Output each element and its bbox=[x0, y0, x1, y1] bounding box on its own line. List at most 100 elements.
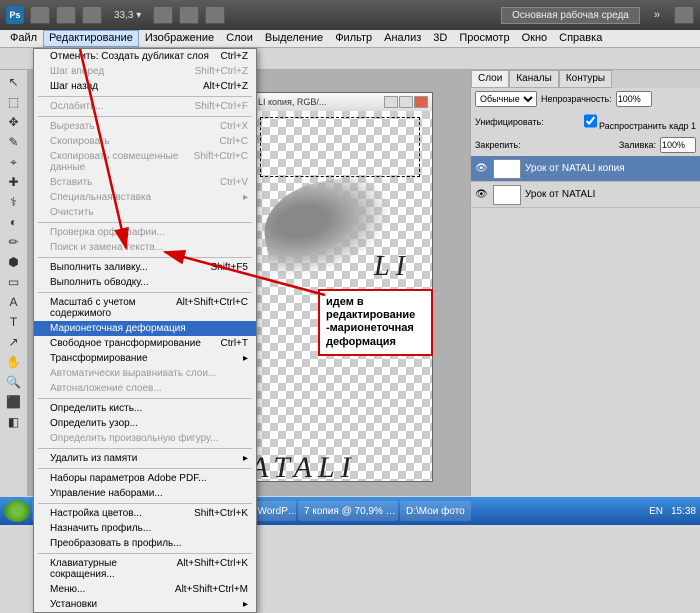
menu-Слои[interactable]: Слои bbox=[220, 30, 259, 47]
taskbar-item[interactable]: 7 копия @ 70,9% … bbox=[298, 501, 398, 521]
menu-item[interactable]: Наборы параметров Adobe PDF... bbox=[34, 471, 256, 486]
menu-item[interactable]: Преобразовать в профиль... bbox=[34, 536, 256, 551]
tool-icon[interactable]: ✎ bbox=[2, 132, 26, 152]
menu-Фильтр[interactable]: Фильтр bbox=[329, 30, 378, 47]
menu-item[interactable]: Трансформирование▸ bbox=[34, 351, 256, 366]
opacity-input[interactable] bbox=[616, 91, 652, 107]
document-titlebar[interactable]: LI копия, RGB/... bbox=[254, 93, 432, 111]
maximize-icon[interactable] bbox=[399, 96, 413, 108]
menu-3D[interactable]: 3D bbox=[427, 30, 453, 47]
document-window[interactable]: LI копия, RGB/... LI NATALI bbox=[253, 92, 433, 482]
annotation-callout: идем в редактирование -марионеточная деф… bbox=[318, 289, 433, 356]
bridge-icon[interactable] bbox=[30, 6, 50, 24]
minimize-icon[interactable] bbox=[384, 96, 398, 108]
menu-item: Скопировать совмещенные данныеShift+Ctrl… bbox=[34, 149, 256, 175]
app-logo-icon: Ps bbox=[6, 6, 24, 24]
workspace-switcher[interactable]: Основная рабочая среда bbox=[501, 7, 640, 24]
menu-item: Автоналожение слоев... bbox=[34, 381, 256, 396]
tool-icon[interactable]: ◧ bbox=[2, 412, 26, 432]
tool-icon[interactable]: ⬢ bbox=[2, 252, 26, 272]
panel-tab[interactable]: Каналы bbox=[509, 70, 559, 88]
menu-item[interactable]: Определить кисть... bbox=[34, 401, 256, 416]
propagate-checkbox[interactable] bbox=[584, 113, 597, 129]
menu-item[interactable]: Клавиатурные сокращения...Alt+Shift+Ctrl… bbox=[34, 556, 256, 582]
start-button[interactable] bbox=[4, 500, 30, 522]
tool-icon[interactable]: ↖ bbox=[2, 72, 26, 92]
opacity-label: Непрозрачность: bbox=[541, 94, 612, 104]
tool-icon[interactable]: T bbox=[2, 312, 26, 332]
chevrons-icon[interactable]: » bbox=[646, 9, 668, 21]
menu-item[interactable]: Удалить из памяти▸ bbox=[34, 451, 256, 466]
panels-dock: СлоиКаналыКонтуры Обычные Непрозрачность… bbox=[470, 70, 700, 496]
arrange-icon[interactable] bbox=[179, 6, 199, 24]
taskbar-item[interactable]: D:\Мои фото bbox=[400, 501, 471, 521]
tool-icon[interactable]: ⚕ bbox=[2, 192, 26, 212]
selection-marquee bbox=[260, 117, 420, 177]
menu-Изображение[interactable]: Изображение bbox=[139, 30, 220, 47]
menu-item: Очистить bbox=[34, 205, 256, 220]
tool-icon[interactable]: ✋ bbox=[2, 352, 26, 372]
tool-icon[interactable]: ◐ bbox=[2, 212, 26, 232]
fill-input[interactable] bbox=[660, 137, 696, 153]
menu-item: Определить произвольную фигуру... bbox=[34, 431, 256, 446]
menu-item[interactable]: Меню...Alt+Shift+Ctrl+M bbox=[34, 582, 256, 597]
menu-item: СкопироватьCtrl+C bbox=[34, 134, 256, 149]
tool-icon[interactable]: ↗ bbox=[2, 332, 26, 352]
menu-item: Автоматически выравнивать слои... bbox=[34, 366, 256, 381]
menu-Окно[interactable]: Окно bbox=[516, 30, 554, 47]
menu-item[interactable]: Назначить профиль... bbox=[34, 521, 256, 536]
layer-name: Урок от NATALI bbox=[525, 189, 595, 200]
layer-thumb bbox=[493, 159, 521, 179]
menu-item[interactable]: Свободное трансформированиеCtrl+T bbox=[34, 336, 256, 351]
menu-Справка[interactable]: Справка bbox=[553, 30, 608, 47]
layer-row[interactable]: 👁 Урок от NATALI bbox=[471, 182, 700, 208]
view-extras-icon[interactable] bbox=[82, 6, 102, 24]
menu-item[interactable]: Масштаб с учетом содержимогоAlt+Shift+Ct… bbox=[34, 295, 256, 321]
tool-icon[interactable]: ✚ bbox=[2, 172, 26, 192]
menu-item[interactable]: Шаг назадAlt+Ctrl+Z bbox=[34, 79, 256, 94]
menu-item[interactable]: Настройка цветов...Shift+Ctrl+K bbox=[34, 506, 256, 521]
tray-lang[interactable]: EN bbox=[649, 506, 669, 517]
panel-tab[interactable]: Слои bbox=[471, 70, 509, 88]
menu-item[interactable]: Выполнить обводку... bbox=[34, 275, 256, 290]
tool-icon[interactable]: 🔍 bbox=[2, 372, 26, 392]
layer-row[interactable]: 👁Урок от NATALI копия bbox=[471, 156, 700, 182]
menu-item: Поиск и замена текста... bbox=[34, 240, 256, 255]
zoom-value[interactable]: 33,3 ▾ bbox=[108, 10, 147, 21]
menu-item[interactable]: Определить узор... bbox=[34, 416, 256, 431]
tool-icon[interactable]: ⌖ bbox=[2, 152, 26, 172]
menu-item: Специальная вставка▸ bbox=[34, 190, 256, 205]
menu-Редактирование[interactable]: Редактирование bbox=[43, 30, 139, 47]
menu-item[interactable]: Отменить: Создать дубликат слояCtrl+Z bbox=[34, 49, 256, 64]
menu-Анализ[interactable]: Анализ bbox=[378, 30, 427, 47]
visibility-icon[interactable]: 👁 bbox=[475, 189, 489, 200]
menu-item[interactable]: Выполнить заливку...Shift+F5 bbox=[34, 260, 256, 275]
layer-thumb bbox=[493, 185, 521, 205]
screen-mode-icon[interactable] bbox=[205, 6, 225, 24]
blend-mode-select[interactable]: Обычные bbox=[475, 91, 537, 107]
menu-item: ВставитьCtrl+V bbox=[34, 175, 256, 190]
cs-live-icon[interactable] bbox=[674, 6, 694, 24]
tool-icon[interactable]: ✥ bbox=[2, 112, 26, 132]
tool-icon[interactable]: ✏ bbox=[2, 232, 26, 252]
menu-item[interactable]: Установки▸ bbox=[34, 597, 256, 612]
tool-icon[interactable]: ⬛ bbox=[2, 392, 26, 412]
menu-Просмотр[interactable]: Просмотр bbox=[453, 30, 515, 47]
panel-tab[interactable]: Контуры bbox=[559, 70, 612, 88]
tool-icon[interactable]: ⬚ bbox=[2, 92, 26, 112]
close-icon[interactable] bbox=[414, 96, 428, 108]
toolbox: ↖⬚✥✎⌖✚⚕◐✏⬢▭AT↗✋🔍⬛◧ bbox=[0, 70, 28, 496]
tool-icon[interactable]: ▭ bbox=[2, 272, 26, 292]
tool-icon[interactable]: A bbox=[2, 292, 26, 312]
visibility-icon[interactable]: 👁 bbox=[475, 163, 489, 174]
hand-tool-icon[interactable] bbox=[153, 6, 173, 24]
menu-item[interactable]: Управление наборами... bbox=[34, 486, 256, 501]
menu-item[interactable]: Марионеточная деформация bbox=[34, 321, 256, 336]
menu-Выделение[interactable]: Выделение bbox=[259, 30, 329, 47]
menu-item: Проверка орфографии... bbox=[34, 225, 256, 240]
menu-item: Шаг впередShift+Ctrl+Z bbox=[34, 64, 256, 79]
menu-Файл[interactable]: Файл bbox=[4, 30, 43, 47]
propagate-label: Распространить кадр 1 bbox=[599, 121, 696, 131]
layers-list: 👁Урок от NATALI копия👁Урок от NATALI bbox=[471, 156, 700, 208]
mini-bridge-icon[interactable] bbox=[56, 6, 76, 24]
